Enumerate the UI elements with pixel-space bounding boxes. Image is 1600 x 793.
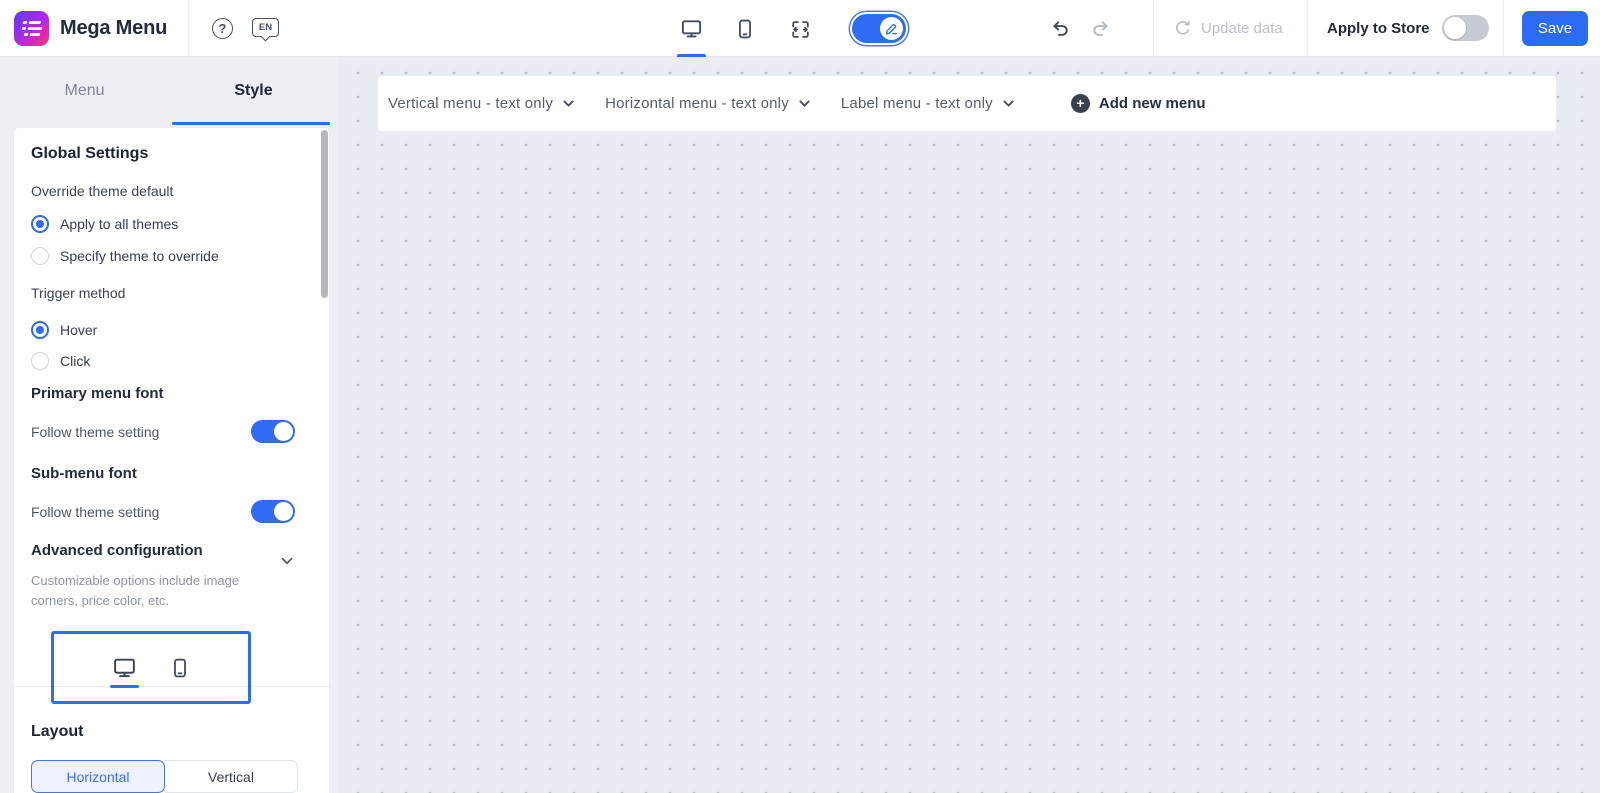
add-new-menu-label: Add new menu: [1098, 95, 1206, 112]
mobile-preview-icon[interactable]: [734, 18, 756, 40]
radio-selected-icon[interactable]: [31, 320, 49, 339]
chevron-down-icon[interactable]: [1002, 97, 1015, 110]
layout-segmented-control: Horizontal Vertical: [31, 760, 298, 793]
language-icon[interactable]: EN: [252, 18, 279, 37]
active-device-underline: [677, 54, 706, 57]
settings-sidebar: Menu Style Global Settings Override them…: [0, 57, 338, 793]
edit-mode-toggle[interactable]: [852, 14, 906, 43]
sidebar-scrollbar[interactable]: [321, 130, 328, 298]
fullscreen-preview-icon[interactable]: [789, 18, 812, 41]
add-new-menu-button[interactable]: + Add new menu: [1070, 94, 1206, 113]
active-tab-underline: [172, 122, 330, 125]
advanced-configuration-description: Customizable options include image corne…: [31, 573, 240, 608]
override-theme-label: Override theme default: [31, 183, 174, 199]
mobile-settings-icon[interactable]: [169, 657, 191, 679]
sidebar-tabs: Menu Style: [0, 57, 338, 125]
primary-menu-font-title: Primary menu font: [31, 385, 164, 402]
apply-to-store-label: Apply to Store: [1327, 19, 1430, 37]
redo-icon[interactable]: [1090, 18, 1111, 39]
layout-option-horizontal[interactable]: Horizontal: [31, 760, 165, 793]
header-divider: [1153, 0, 1154, 56]
advanced-configuration-header[interactable]: Advanced configuration: [31, 542, 312, 568]
help-icon[interactable]: ?: [212, 18, 233, 39]
radio-specify-theme[interactable]: Specify theme to override: [31, 245, 312, 266]
layout-title: Layout: [31, 723, 84, 740]
tab-menu[interactable]: Menu: [0, 57, 169, 125]
header-divider: [188, 0, 189, 56]
menu-tab-horizontal[interactable]: Horizontal menu - text only: [605, 95, 811, 112]
desktop-settings-icon[interactable]: [109, 655, 139, 688]
header-divider: [1503, 0, 1504, 56]
app-logo-icon: [14, 11, 49, 46]
pencil-icon: [880, 17, 903, 40]
top-header: Mega Menu ? EN Update data Apply to Stor…: [0, 0, 1600, 57]
chevron-down-icon[interactable]: [280, 554, 294, 568]
radio-unselected-icon[interactable]: [31, 246, 49, 265]
refresh-icon: [1173, 19, 1192, 38]
radio-hover[interactable]: Hover: [31, 319, 312, 340]
tab-style[interactable]: Style: [169, 57, 338, 125]
device-switcher-highlight-box: [51, 631, 251, 704]
menu-tab-vertical[interactable]: Vertical menu - text only: [388, 95, 575, 112]
chevron-down-icon[interactable]: [798, 97, 811, 110]
sub-menu-font-title: Sub-menu font: [31, 465, 137, 482]
header-divider: [1307, 0, 1308, 56]
radio-click[interactable]: Click: [31, 350, 312, 371]
style-settings-panel: Global Settings Override theme default A…: [13, 127, 330, 793]
menu-tab-label[interactable]: Label menu - text only: [841, 95, 1015, 112]
undo-icon[interactable]: [1050, 18, 1071, 39]
primary-font-follow-label: Follow theme setting: [31, 423, 160, 440]
radio-selected-icon[interactable]: [31, 214, 49, 233]
app-title: Mega Menu: [60, 17, 168, 39]
menu-tabs-bar: Vertical menu - text only Horizontal men…: [378, 76, 1556, 131]
advanced-configuration-title: Advanced configuration: [31, 542, 203, 559]
advanced-device-switcher: [14, 631, 329, 707]
save-button[interactable]: Save: [1522, 11, 1588, 46]
update-data-button[interactable]: Update data: [1173, 14, 1283, 42]
layout-option-vertical[interactable]: Vertical: [165, 760, 298, 793]
apply-to-store-toggle[interactable]: [1441, 15, 1489, 41]
chevron-down-icon[interactable]: [562, 97, 575, 110]
global-settings-title: Global Settings: [31, 145, 149, 162]
submenu-font-toggle[interactable]: [251, 500, 295, 523]
radio-unselected-icon[interactable]: [31, 351, 49, 370]
plus-icon: +: [1070, 94, 1090, 113]
update-data-label: Update data: [1201, 19, 1283, 37]
preview-canvas: Vertical menu - text only Horizontal men…: [338, 57, 1600, 793]
primary-font-toggle[interactable]: [251, 420, 295, 443]
trigger-method-label: Trigger method: [31, 285, 126, 301]
mega-menu-app: Mega Menu ? EN Update data Apply to Stor…: [0, 0, 1600, 793]
desktop-preview-icon[interactable]: [680, 17, 703, 40]
submenu-font-follow-label: Follow theme setting: [31, 503, 160, 520]
active-device-underline: [109, 685, 139, 688]
radio-apply-all-themes[interactable]: Apply to all themes: [31, 213, 312, 234]
